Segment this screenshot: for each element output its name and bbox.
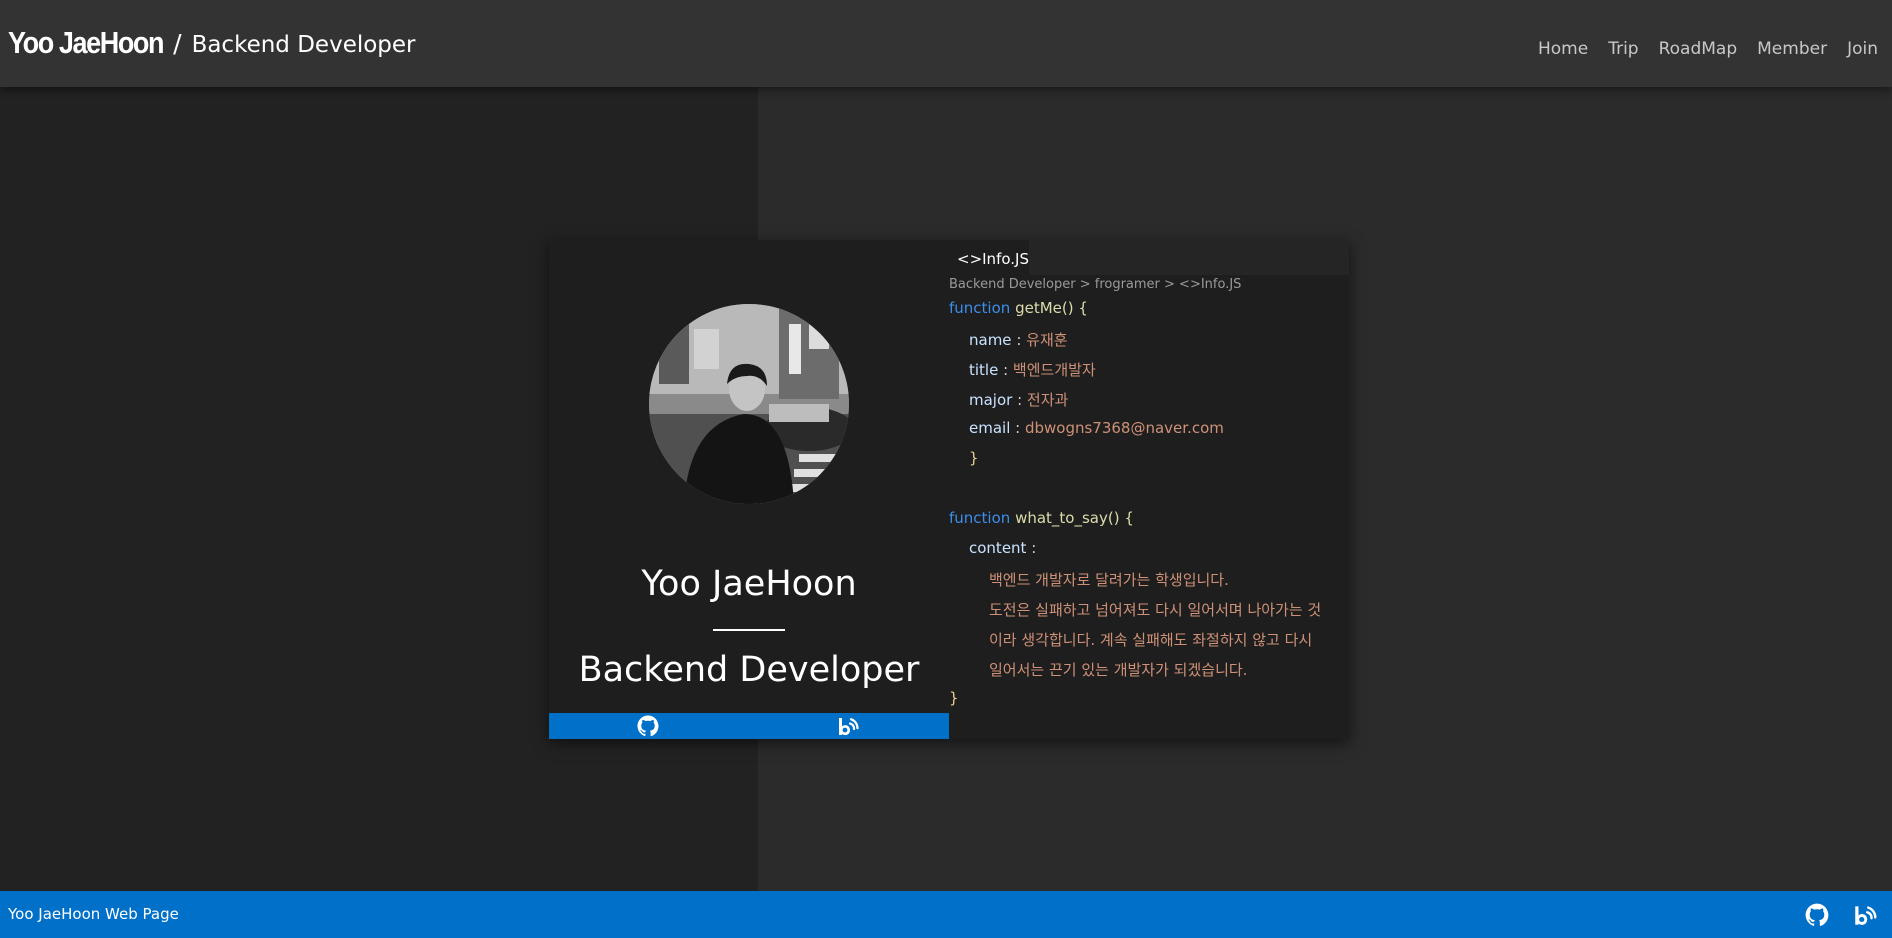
nav-home[interactable]: Home [1538,39,1588,59]
nav-trip[interactable]: Trip [1608,39,1638,59]
github-icon[interactable] [635,714,661,738]
profile-role: Backend Developer [578,650,920,690]
divider [713,629,785,631]
tab-strip: <>Info.JS [949,240,1349,275]
field-key: major [969,391,1013,409]
top-navbar: Yoo JaeHoon / Backend Developer Home Tri… [0,0,1892,87]
brand-role: Backend Developer [191,32,416,58]
code-editor: <>Info.JS Backend Developer > frogramer … [949,240,1349,739]
avatar [649,304,849,504]
code-line-name: name : 유재훈 [969,329,1068,350]
code-line-fn2: function what_to_say() { [949,509,1134,527]
keyword: function [949,299,1011,317]
field-key: title [969,361,999,379]
code-line-title: title : 백엔드개발자 [969,359,1096,380]
field-key: email [969,419,1011,437]
brand-separator: / [173,29,182,58]
github-icon[interactable] [1803,902,1831,928]
function-name: getMe() { [1015,299,1088,317]
blog-icon[interactable] [1851,902,1879,928]
blog-icon[interactable] [835,714,861,738]
keyword: function [949,509,1011,527]
footer-text: Yoo JaeHoon Web Page [8,905,179,923]
field-value: 전자과 [1026,391,1069,409]
profile-section: Yoo JaeHoon Backend Developer [549,240,949,739]
code-line-major: major : 전자과 [969,389,1068,410]
nav-join[interactable]: Join [1847,39,1878,59]
content-line: 도전은 실패하고 넘어져도 다시 일어서며 나아가는 것 [989,601,1322,619]
field-value: dbwogns7368@naver.com [1024,419,1224,437]
code-line-content: content : [969,539,1036,557]
profile-card: Yoo JaeHoon Backend Developer <>Info.JS … [549,240,1349,739]
nav-roadmap[interactable]: RoadMap [1659,39,1738,59]
code-line-fn1: function getMe() { [949,299,1088,317]
field-key: content [969,539,1027,557]
footer: Yoo JaeHoon Web Page [0,891,1892,938]
social-bar [549,713,949,739]
code-close-brace: } [969,449,979,467]
field-value: 유재훈 [1026,331,1068,349]
field-key: name [969,331,1012,349]
code-close-brace: } [949,689,959,707]
field-sep: : [1010,419,1025,437]
brand[interactable]: Yoo JaeHoon / Backend Developer [8,26,416,60]
main-nav: Home Trip RoadMap Member Join [1538,39,1878,59]
tab-info-js[interactable]: <>Info.JS [949,240,1029,275]
brand-name: Yoo JaeHoon [8,26,165,60]
content-line: 백엔드 개발자로 달려가는 학생입니다. [989,571,1229,589]
content-line: 일어서는 끈기 있는 개발자가 되겠습니다. [989,661,1248,679]
field-sep: : [998,361,1013,379]
profile-name: Yoo JaeHoon [641,564,857,604]
field-sep: : [1011,331,1027,349]
content-line: 이라 생각합니다. 계속 실패해도 좌절하지 않고 다시 [989,631,1313,649]
breadcrumb: Backend Developer > frogramer > <>Info.J… [949,277,1242,292]
field-sep: : [1012,391,1027,409]
function-name: what_to_say() { [1015,509,1134,527]
code-line-email: email : dbwogns7368@naver.com [969,419,1224,437]
field-value: 백엔드개발자 [1012,361,1096,379]
nav-member[interactable]: Member [1757,39,1827,59]
field-sep: : [1026,539,1037,557]
